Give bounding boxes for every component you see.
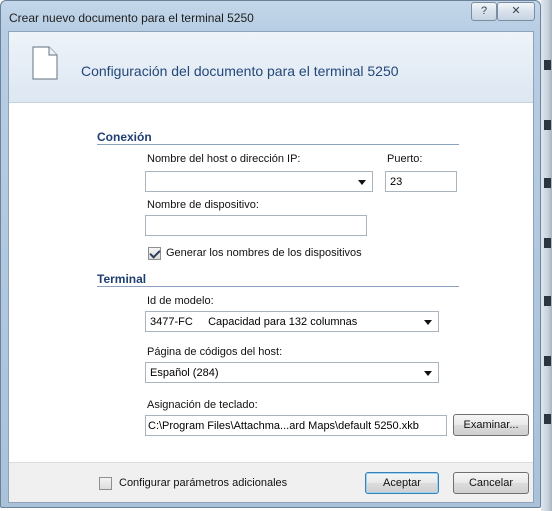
cancel-button[interactable]: Cancelar — [453, 472, 529, 494]
title-bar[interactable]: Crear nuevo documento para el terminal 5… — [1, 1, 540, 31]
background-mark — [544, 414, 551, 424]
model-select[interactable]: 3477-FC Capacidad para 132 columnas — [145, 311, 439, 332]
section-title-connection: Conexión — [97, 130, 152, 144]
extra-params-label[interactable]: Configurar parámetros adicionales — [119, 477, 287, 489]
codepage-label: Página de códigos del host: — [147, 346, 283, 358]
dialog-header: Configuración del documento para el term… — [9, 32, 533, 103]
dialog-footer: Configurar parámetros adicionales Acepta… — [9, 462, 533, 502]
background-mark — [544, 120, 551, 130]
port-input[interactable]: 23 — [385, 171, 457, 192]
keymap-value: C:\Program Files\Attachma...ard Maps\def… — [148, 420, 419, 432]
codepage-value: Español (284) — [150, 367, 219, 379]
device-label: Nombre de dispositivo: — [147, 199, 259, 211]
close-button[interactable]: ✕ — [497, 2, 535, 21]
device-name-input[interactable] — [145, 215, 367, 236]
document-icon — [32, 46, 58, 80]
help-icon: ? — [480, 5, 488, 17]
help-button[interactable]: ? — [471, 2, 497, 21]
extra-params-checkbox[interactable] — [99, 477, 112, 490]
dialog-client-area: Configuración del documento para el term… — [8, 31, 534, 503]
section-title-terminal: Terminal — [97, 272, 147, 286]
dialog-window: Crear nuevo documento para el terminal 5… — [0, 0, 541, 508]
generate-names-checkbox[interactable] — [148, 247, 161, 260]
model-value: 3477-FC Capacidad para 132 columnas — [150, 316, 358, 328]
host-combobox[interactable] — [145, 171, 373, 192]
background-mark — [544, 238, 551, 248]
background-mark — [544, 296, 551, 306]
background-mark — [544, 356, 551, 366]
host-label: Nombre del host o dirección IP: — [147, 153, 301, 165]
keymap-path-input[interactable]: C:\Program Files\Attachma...ard Maps\def… — [145, 415, 447, 436]
header-title: Configuración del documento para el term… — [81, 63, 399, 79]
keymap-label: Asignación de teclado: — [147, 399, 258, 411]
port-value: 23 — [390, 176, 403, 188]
close-icon: ✕ — [511, 5, 521, 17]
port-label: Puerto: — [387, 153, 423, 165]
browse-button[interactable]: Examinar... — [453, 414, 529, 436]
accept-button[interactable]: Aceptar — [365, 472, 439, 494]
section-divider — [97, 144, 459, 145]
chevron-down-icon[interactable] — [424, 371, 432, 376]
chevron-down-icon[interactable] — [424, 320, 432, 325]
window-title: Crear nuevo documento para el terminal 5… — [9, 11, 254, 25]
model-label: Id de modelo: — [147, 295, 214, 307]
section-divider — [97, 286, 459, 287]
desktop-background — [541, 0, 552, 511]
codepage-select[interactable]: Español (284) — [145, 362, 439, 383]
chevron-down-icon[interactable] — [358, 180, 366, 185]
background-mark — [544, 60, 551, 70]
generate-names-label[interactable]: Generar los nombres de los dispositivos — [166, 247, 362, 259]
background-mark — [544, 178, 551, 188]
